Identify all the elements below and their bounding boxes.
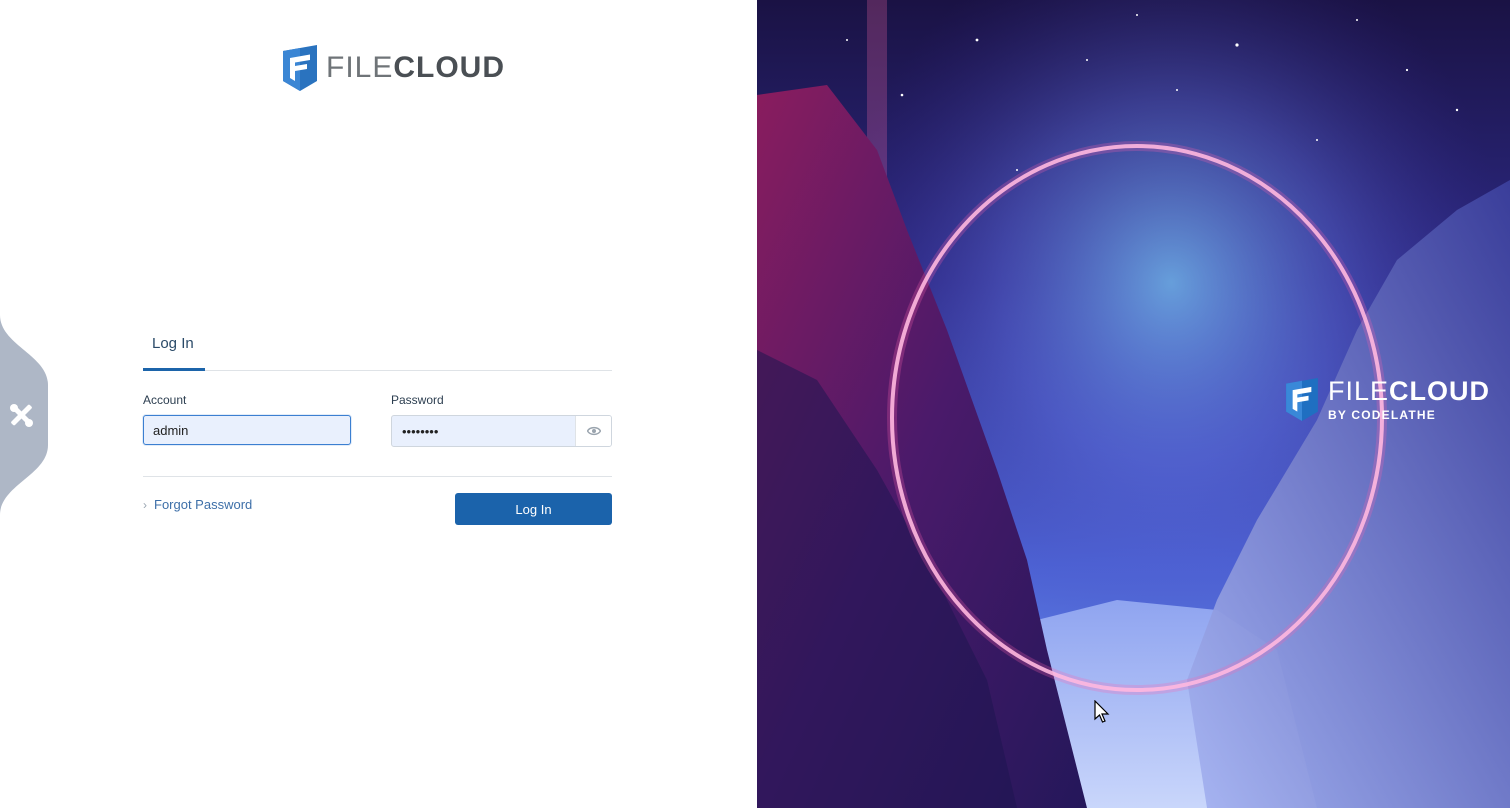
background-artwork: FILECLOUD BY CODELATHE: [757, 0, 1510, 808]
login-panel: FILECLOUD Log In Account Password: [0, 0, 757, 808]
tab-login[interactable]: Log In: [143, 330, 205, 371]
login-button[interactable]: Log In: [455, 493, 612, 525]
brand-title: FILECLOUD: [1328, 376, 1491, 406]
account-input[interactable]: [143, 415, 351, 445]
chevron-right-icon: ›: [143, 497, 147, 512]
brand-watermark: FILECLOUD BY CODELATHE: [1286, 378, 1490, 422]
password-input[interactable]: [392, 416, 577, 446]
login-tabs: Log In: [143, 330, 612, 371]
eye-icon: [586, 426, 601, 436]
password-label: Password: [391, 393, 444, 407]
admin-side-tab[interactable]: [0, 315, 48, 515]
filecloud-logo: FILECLOUD: [283, 45, 505, 91]
mouse-cursor-icon: [1094, 699, 1110, 729]
login-actions: › Forgot Password Log In: [143, 477, 612, 537]
filecloud-logo-text: FILECLOUD: [326, 51, 506, 84]
filecloud-brand-icon: [1286, 378, 1318, 421]
forgot-password-link[interactable]: › Forgot Password: [143, 497, 252, 512]
login-form: Log In Account Password › Forgot Passwo: [143, 330, 612, 537]
brand-subtitle: BY CODELATHE: [1328, 408, 1436, 422]
password-field: [391, 415, 612, 447]
show-password-button[interactable]: [575, 416, 611, 446]
login-fields: Account Password: [143, 371, 612, 477]
account-label: Account: [143, 393, 187, 407]
filecloud-logo-icon: [283, 45, 317, 91]
